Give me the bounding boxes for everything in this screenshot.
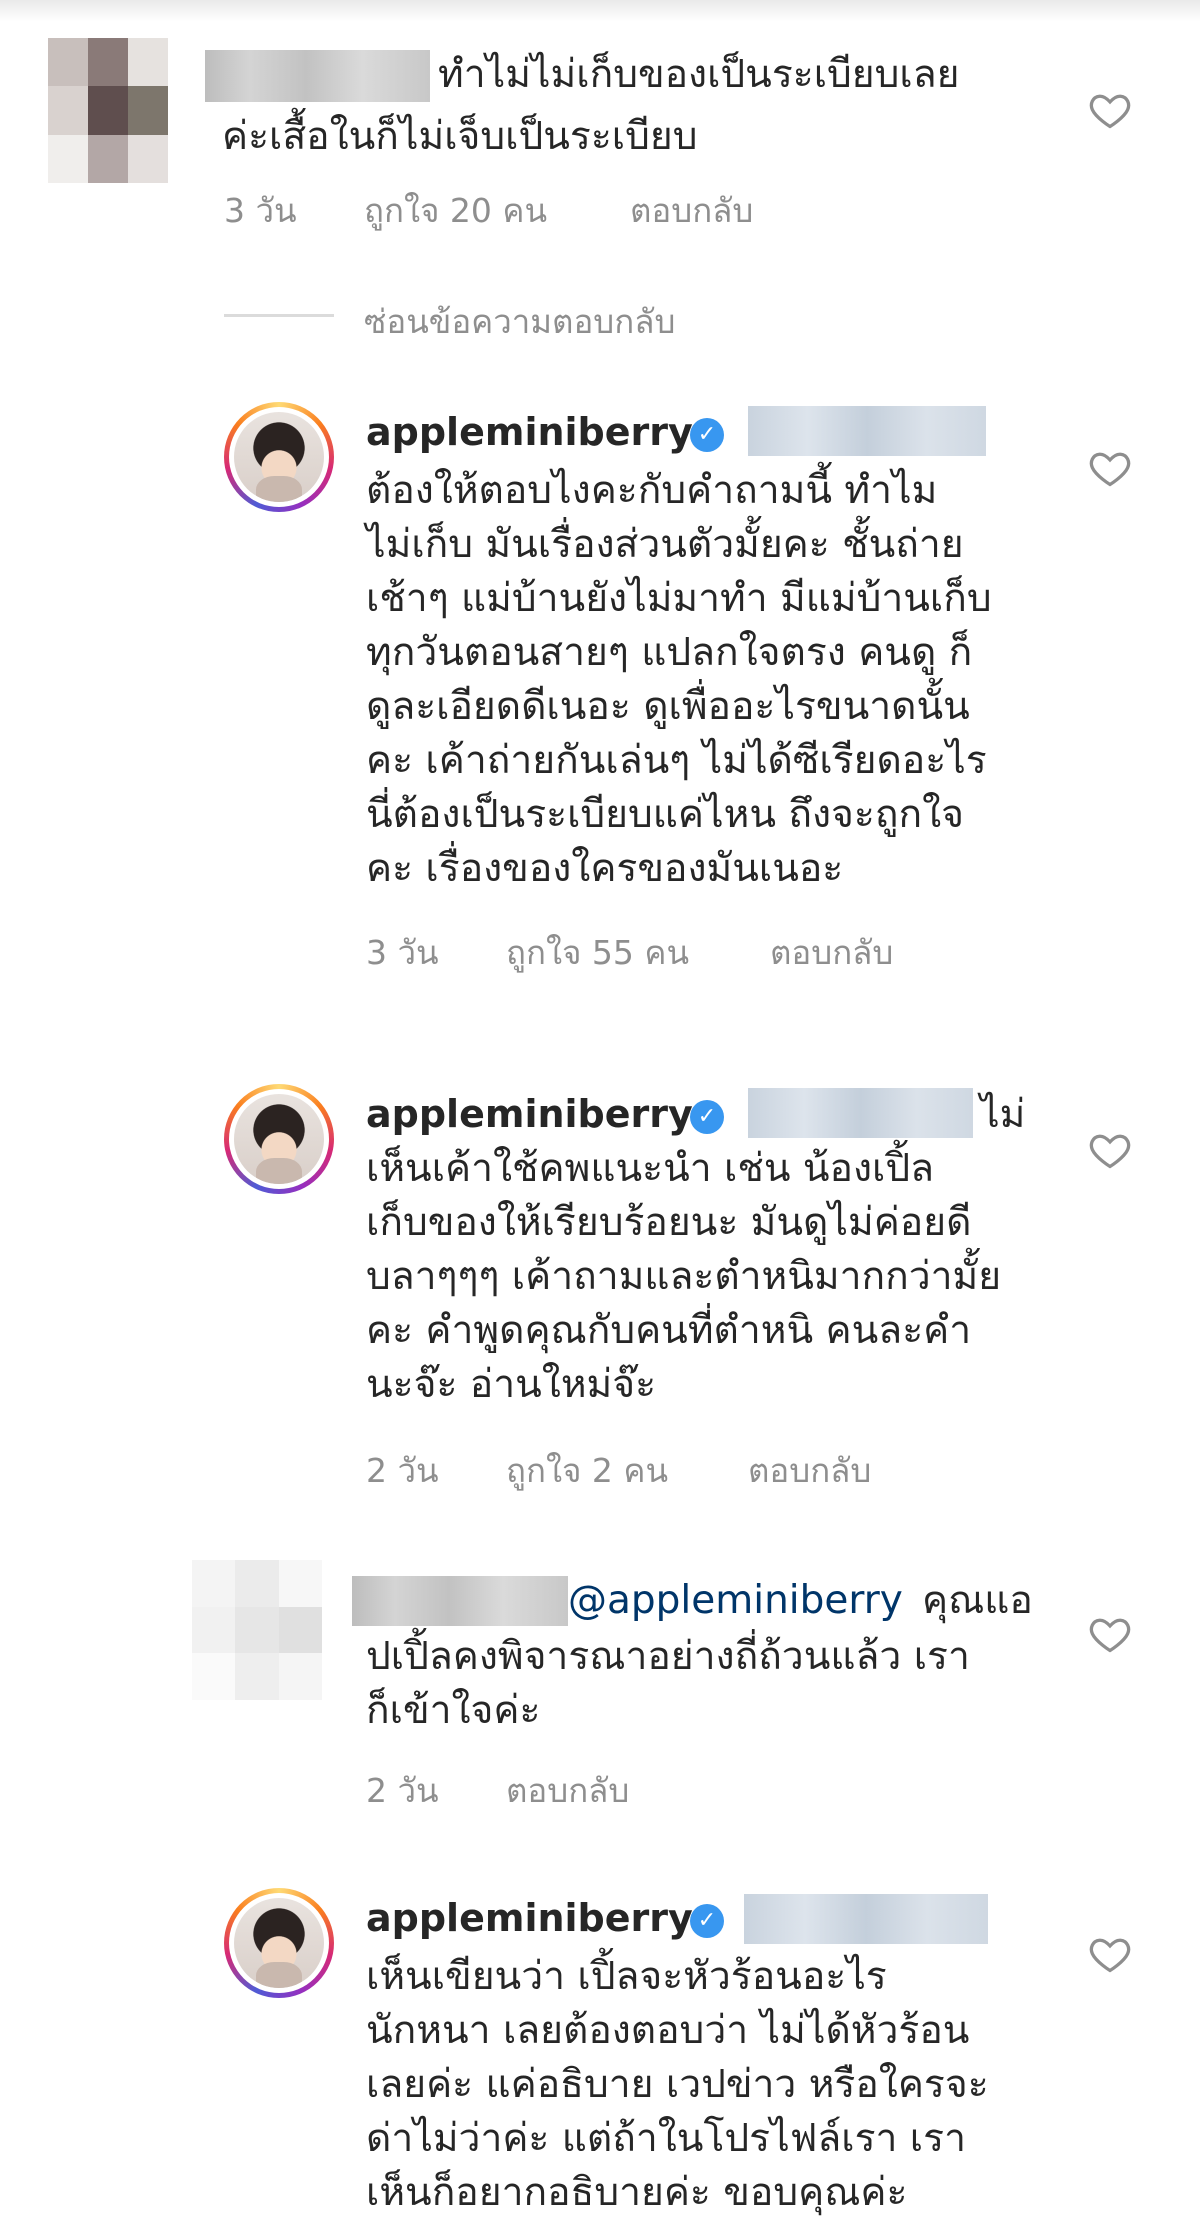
reply-button[interactable]: ตอบกลับ [770,926,893,979]
username[interactable]: appleminiberry [366,1092,693,1136]
comment-likes[interactable]: ถูกใจ 55 คน [506,926,689,979]
comment-text-line1-end: ไม่ [980,1092,1026,1137]
avatar[interactable] [224,402,334,512]
comment-text: ต้องให้ตอบไงคะกับคำถามนี้ ทำไม ไม่เก็บ ม… [366,468,992,891]
comment-text: ปเปิ้ลคงพิจารณาอย่างถี่ถ้วนแล้ว เรา ก็เข… [366,1634,970,1733]
redacted-username [205,50,430,102]
comment-time: 3 วัน [224,191,297,230]
heart-icon[interactable] [1088,88,1132,132]
reply-button[interactable]: ตอบกลับ [748,1444,871,1497]
comment-text-line1-end: คุณแอ [922,1578,1033,1623]
heart-icon[interactable] [1088,446,1132,490]
redacted-mention [744,1894,988,1944]
top-shadow [0,0,1200,22]
redacted-username [352,1576,568,1626]
redacted-mention [748,406,986,456]
comment-text-line1: ทำไม่ไม่เก็บของเป็นระเบียบเลย [438,52,960,97]
comment-time: 3 วัน [366,933,439,972]
comment-likes[interactable]: ถูกใจ 2 คน [506,1444,668,1497]
heart-icon[interactable] [1088,1932,1132,1976]
comment-text-line2: ค่ะเสื้อในก็ไม่เจ็บเป็นระเบียบ [222,114,698,159]
comment-time: 2 วัน [366,1451,439,1490]
verified-badge-icon: ✓ [690,1100,724,1134]
comment-text: เห็นเขียนว่า เปิ้ลจะหัวร้อนอะไร นักหนา เ… [366,1954,989,2215]
comment-likes[interactable]: ถูกใจ 20 คน [364,184,547,237]
avatar-photo [234,1898,324,1988]
avatar[interactable] [224,1888,334,1998]
username[interactable]: appleminiberry [366,410,693,454]
mention-link[interactable]: @appleminiberry [568,1574,903,1628]
hide-replies-line [224,314,334,317]
avatar-photo [234,412,324,502]
blurred-avatar[interactable] [192,1560,322,1700]
hide-replies-button[interactable]: ซ่อนข้อความตอบกลับ [364,295,675,348]
avatar-photo [234,1094,324,1184]
heart-icon[interactable] [1088,1128,1132,1172]
blurred-avatar[interactable] [48,38,168,183]
redacted-mention [748,1088,973,1138]
username[interactable]: appleminiberry [366,1896,693,1940]
comment-time: 2 วัน [366,1771,439,1810]
reply-button[interactable]: ตอบกลับ [630,184,753,237]
avatar[interactable] [224,1084,334,1194]
comment-text: เห็นเค้าใช้คพแนะนำ เช่น น้องเปิ้ล เก็บขอ… [366,1146,1002,1407]
heart-icon[interactable] [1088,1612,1132,1656]
verified-badge-icon: ✓ [690,1904,724,1938]
verified-badge-icon: ✓ [690,418,724,452]
reply-button[interactable]: ตอบกลับ [506,1764,629,1817]
